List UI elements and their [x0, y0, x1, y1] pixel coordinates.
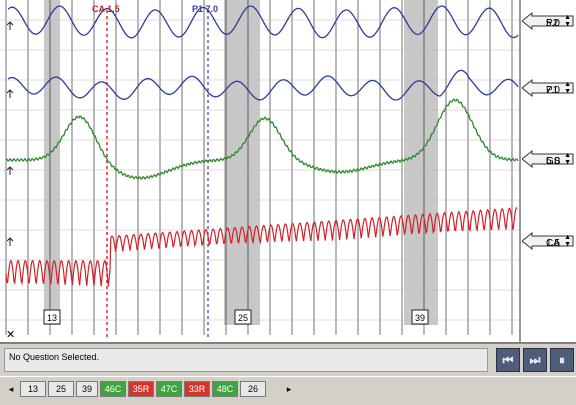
pause-button[interactable]: ⏸ — [550, 348, 574, 372]
channel-label-ca[interactable]: CA 1.5 ▲ ▼ — [522, 232, 574, 250]
question-tab[interactable]: 48C — [212, 381, 238, 397]
rewind-button[interactable]: ⏮ — [496, 348, 520, 372]
gsr-trace — [5, 98, 519, 180]
spinner-icon[interactable]: ▲ ▼ — [564, 81, 571, 95]
spinner-icon[interactable]: ▲ ▼ — [564, 152, 571, 166]
spinner-icon[interactable]: ▲ ▼ — [564, 234, 571, 248]
question-tab[interactable]: 13 — [20, 381, 46, 397]
question-tab[interactable]: 46C — [100, 381, 126, 397]
question-number: 39 — [415, 313, 425, 323]
question-number: 13 — [47, 313, 57, 323]
question-band — [404, 0, 438, 325]
p2-trace — [7, 5, 519, 39]
cardio-trace — [5, 206, 518, 287]
arrow-up-icon — [6, 21, 14, 30]
question-number: 25 — [238, 313, 248, 323]
question-tab[interactable]: 47C — [156, 381, 182, 397]
spinner-icon[interactable]: ▲ ▼ — [564, 14, 571, 28]
polygraph-window: CA 1.5 P1 7.0 13 25 39 ✕ P2 5.0 ▲ ▼ P1 7.0 ▲ ▼ … — [0, 0, 576, 405]
question-tab-strip: ◂ 13 25 39 46C 35R 47C 33R 48C 26 ▸ — [0, 376, 576, 405]
p1-marker-label: P1 7.0 — [192, 4, 218, 14]
arrow-up-icon — [6, 237, 14, 246]
channel-label-p2[interactable]: P2 5.0 ▲ ▼ — [522, 12, 574, 30]
question-tab[interactable]: 33R — [184, 381, 210, 397]
arrow-up-icon — [6, 166, 14, 175]
scroll-left-icon[interactable]: ◂ — [6, 381, 16, 397]
question-band — [224, 0, 260, 325]
chart-area[interactable]: CA 1.5 P1 7.0 13 25 39 ✕ P2 5.0 ▲ ▼ P1 7.0 ▲ ▼ … — [0, 0, 576, 342]
channel-label-gs[interactable]: GS 5.0 ▲ ▼ — [522, 150, 574, 168]
question-tab[interactable]: 35R — [128, 381, 154, 397]
question-tab[interactable]: 26 — [240, 381, 266, 397]
channel-label-p1[interactable]: P1 7.0 ▲ ▼ — [522, 79, 574, 97]
close-icon: ✕ — [6, 329, 15, 341]
fast-forward-button[interactable]: ⏭ — [523, 348, 547, 372]
status-bar: No Question Selected. ⏮ ⏭ ⏸ — [0, 342, 576, 376]
status-text: No Question Selected. — [4, 348, 488, 372]
question-tab[interactable]: 39 — [76, 381, 98, 397]
ca-marker-label: CA 1.5 — [92, 4, 120, 14]
question-tab[interactable]: 25 — [48, 381, 74, 397]
p1-trace — [7, 69, 519, 101]
scroll-right-icon[interactable]: ▸ — [284, 381, 294, 397]
arrow-up-icon — [6, 89, 14, 98]
tracing-chart[interactable]: CA 1.5 P1 7.0 13 25 39 ✕ — [0, 0, 576, 342]
